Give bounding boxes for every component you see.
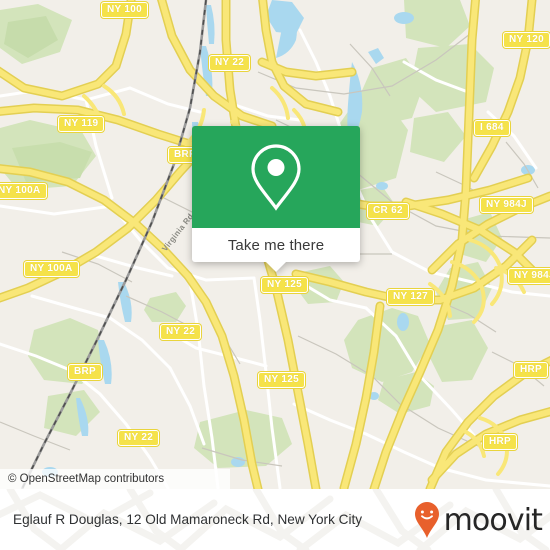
road-shield: NY 100A bbox=[24, 261, 79, 277]
location-callout-card[interactable]: Take me there bbox=[192, 126, 360, 272]
osm-attribution[interactable]: © OpenStreetMap contributors bbox=[0, 469, 230, 489]
road-shield: NY 100 bbox=[101, 2, 148, 18]
road-shield: NY 984J bbox=[480, 197, 533, 213]
bottom-info-bar: Eglauf R Douglas, 12 Old Mamaroneck Rd, … bbox=[0, 489, 550, 550]
road-shield: I 684 bbox=[474, 120, 510, 136]
callout-pointer bbox=[266, 262, 286, 272]
road-shield: NY 984J bbox=[508, 268, 550, 284]
address-text: Eglauf R Douglas, 12 Old Mamaroneck Rd, … bbox=[13, 511, 363, 527]
road-shield: NY 100A bbox=[0, 183, 47, 199]
road-shield: HRP bbox=[483, 434, 518, 450]
take-me-there-button[interactable]: Take me there bbox=[192, 228, 360, 262]
road-shield: BRP bbox=[68, 364, 103, 380]
moovit-logo: moovit bbox=[412, 500, 543, 540]
road-shield: NY 119 bbox=[58, 116, 105, 132]
callout-image-area bbox=[192, 126, 360, 228]
road-shield: NY 125 bbox=[258, 372, 305, 388]
road-shield: NY 22 bbox=[160, 324, 202, 340]
road-shield: NY 127 bbox=[387, 289, 434, 305]
map-screenshot: NY 100 NY 22 NY 120 NY 119 I 684 NY 100A BRP CR… bbox=[0, 0, 550, 550]
moovit-wordmark: moovit bbox=[443, 502, 543, 538]
location-pin-icon bbox=[251, 144, 301, 211]
map-canvas[interactable]: NY 100 NY 22 NY 120 NY 119 I 684 NY 100A BRP CR… bbox=[0, 0, 550, 489]
road-shield: NY 120 bbox=[503, 32, 550, 48]
road-shield: NY 22 bbox=[209, 55, 251, 71]
road-shield: HRP bbox=[514, 362, 549, 378]
moovit-pin-smiley-icon bbox=[414, 501, 439, 538]
road-shield: NY 22 bbox=[118, 430, 160, 446]
road-shield: NY 125 bbox=[261, 277, 308, 293]
road-shield: CR 62 bbox=[367, 203, 409, 219]
